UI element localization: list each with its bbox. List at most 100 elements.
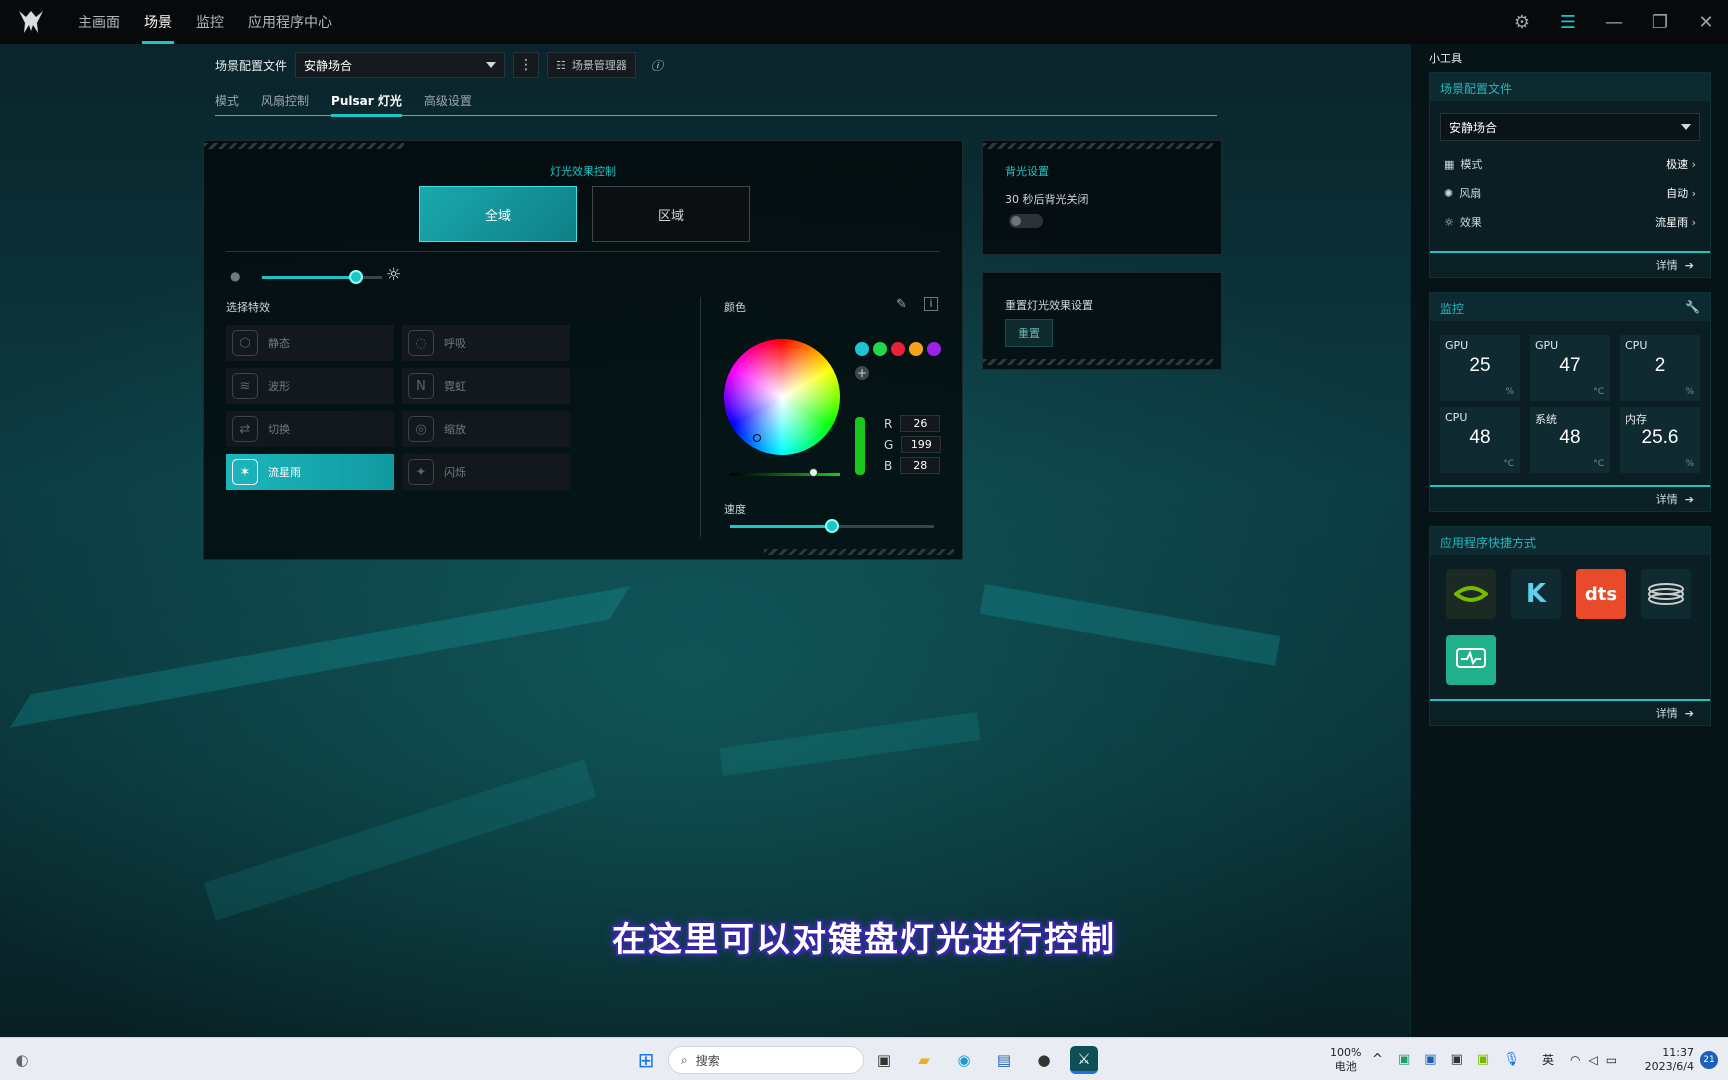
preset-color-swatch[interactable] [909,342,923,356]
microphone-icon[interactable]: 🎙 [1503,1052,1520,1067]
ime-indicator[interactable]: 英 [1542,1038,1554,1080]
killer-icon[interactable]: K [1511,569,1561,619]
apps-card-header: 应用程序快捷方式 [1430,527,1710,555]
b-label: B [884,458,893,473]
profile-card-details-link[interactable]: 详情 ➔ [1430,251,1710,277]
b-input[interactable]: 28 [900,457,941,474]
subtab-mode[interactable]: 模式 [215,88,251,116]
nav-tab-scenario[interactable]: 场景 [132,0,184,44]
subtab-fan-control[interactable]: 风扇控制 [261,88,321,116]
close-button[interactable]: ✕ [1692,8,1720,36]
effect-zoom-button[interactable]: ◎ 缩放 [402,411,570,447]
effect-static-button[interactable]: ⬡ 静态 [226,325,394,361]
sidebar-profile-dropdown[interactable]: 安静场合 [1440,113,1700,141]
subtab-advanced[interactable]: 高级设置 [424,88,484,116]
clock[interactable]: 11:37 2023/6/4 [1640,1038,1694,1080]
effect-neon-button[interactable]: N 霓虹 [402,368,570,404]
predator-logo-icon [19,11,43,33]
tile-value: 47 [1559,355,1581,376]
effect-sparkle-button[interactable]: ✦ 闪烁 [402,454,570,490]
more-options-button[interactable]: ⋮ [513,52,540,78]
volume-icon: ◁ [1588,1052,1598,1067]
row-value: 流星雨 [1655,216,1689,229]
cube-icon: ⬡ [232,330,258,356]
r-input[interactable]: 26 [900,415,941,432]
notification-badge[interactable]: 21 [1700,1051,1718,1069]
speed-slider-knob[interactable] [825,519,839,533]
dts-icon[interactable]: dts [1576,569,1626,619]
add-color-icon[interactable]: + [855,366,869,380]
preset-color-swatch[interactable] [927,342,941,356]
preset-color-swatch[interactable] [891,342,905,356]
effect-label: 呼吸 [444,337,466,350]
tray-chevron-up-icon[interactable]: ^ [1372,1038,1383,1080]
search-placeholder: 搜索 [695,1053,720,1068]
battery-indicator[interactable]: 100% 电池 [1330,1038,1361,1080]
color-picker-cursor[interactable] [753,434,761,442]
task-view-icon[interactable]: ▣ [870,1046,898,1074]
sidebar-row-effect[interactable]: ☼ 效果 流星雨 › [1444,211,1696,233]
brightness-slider-knob[interactable] [349,270,363,284]
effect-meteor-button[interactable]: ✶ 流星雨 [226,454,394,490]
nav-tab-app-center[interactable]: 应用程序中心 [236,0,344,44]
sidebar-row-fan[interactable]: ✺ 风扇 自动 › [1444,182,1696,204]
decor-hatch [983,143,1213,149]
wrench-icon[interactable]: 🔧 [1685,300,1700,314]
sidebar-row-mode[interactable]: ▦ 模式 极速 › [1444,153,1696,175]
color-intensity-track[interactable] [730,473,840,476]
system-status[interactable]: ◠ ◁ ▭ [1570,1038,1617,1080]
eyedropper-icon[interactable]: ✎ [896,297,907,312]
info-icon[interactable]: i [924,297,938,311]
effect-breathing-button[interactable]: ◌ 呼吸 [402,325,570,361]
settings-gear-icon[interactable]: ⚙ [1508,8,1536,36]
nvidia-icon[interactable] [1446,569,1496,619]
coil-icon[interactable] [1641,569,1691,619]
effect-switch-button[interactable]: ⇄ 切换 [226,411,394,447]
windows-start-icon[interactable]: ⊞ [632,1046,660,1074]
background-stripe [9,586,631,728]
tile-title: GPU [1535,339,1559,352]
app-recorder-icon[interactable]: ● [1030,1046,1058,1074]
effect-label: 切换 [268,423,290,436]
tray-app-icon[interactable]: ▣ [1424,1052,1436,1067]
divider [226,251,940,252]
nav-tab-home[interactable]: 主画面 [66,0,132,44]
g-input[interactable]: 199 [901,436,942,453]
effect-wave-button[interactable]: ≋ 波形 [226,368,394,404]
lighting-panel: 灯光效果控制 全域 区域 ● ☼ 选择特效 ⬡ 静态 ◌ 呼吸 ≋ 波形 N 霓… [203,140,963,560]
scenario-manager-button[interactable]: ☷ 场景管理器 [547,52,636,78]
taskbar-search[interactable]: ⌕ 搜索 [668,1046,864,1074]
tray-app-icon[interactable]: ▣ [1451,1052,1463,1067]
zone-mode-button[interactable]: 区域 [592,186,750,242]
apps-card-details-link[interactable]: 详情 ➔ [1430,699,1710,725]
color-intensity-knob[interactable] [809,468,818,477]
rgb-r-row: R 26 [884,415,941,432]
chevron-down-icon [486,62,497,68]
weather-icon[interactable]: ◐ [8,1046,36,1074]
preset-color-swatch[interactable] [855,342,869,356]
nvidia-tray-icon[interactable]: ▣ [1477,1052,1489,1067]
profile-dropdown[interactable]: 安静场合 [295,52,506,78]
g-label: G [884,437,894,452]
monitor-app-icon[interactable] [1446,635,1496,685]
effect-label: 波形 [268,380,290,393]
preset-color-swatch[interactable] [873,342,887,356]
restore-button[interactable]: ❐ [1646,8,1674,36]
tile-unit: % [1505,387,1514,397]
subtab-pulsar-lighting[interactable]: Pulsar 灯光 [331,88,414,117]
minimize-button[interactable]: — [1600,8,1628,36]
store-icon[interactable]: ▤ [990,1046,1018,1074]
top-bar: 主画面 场景 监控 应用程序中心 ⚙ ☰ — ❐ ✕ [0,0,1728,44]
reset-button[interactable]: 重置 [1005,319,1053,347]
monitor-card-details-link[interactable]: 详情 ➔ [1430,485,1710,511]
color-wheel[interactable] [724,339,840,455]
backlight-toggle[interactable] [1009,214,1043,228]
sidebar-toggle-icon[interactable]: ☰ [1554,8,1582,36]
global-mode-button[interactable]: 全域 [419,186,577,242]
edge-browser-icon[interactable]: ◉ [950,1046,978,1074]
tray-app-icon[interactable]: ▣ [1398,1052,1410,1067]
nav-tab-monitor[interactable]: 监控 [184,0,236,44]
file-explorer-icon[interactable]: ▰ [910,1046,938,1074]
info-icon[interactable]: ⓘ [644,52,670,78]
predatorsense-taskbar-icon[interactable]: ⚔ [1070,1046,1098,1074]
